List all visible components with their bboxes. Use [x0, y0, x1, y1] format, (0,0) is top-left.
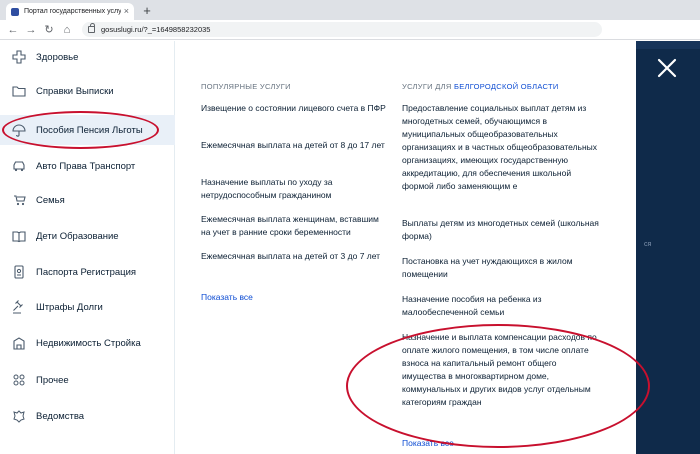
tab-close-icon[interactable]: × [124, 7, 129, 16]
lock-icon [88, 23, 95, 33]
regional-services-heading: УСЛУГИ ДЛЯ БЕЛГОРОДСКОЙ ОБЛАСТИ [402, 82, 559, 91]
new-tab-button[interactable]: + [140, 4, 154, 18]
reload-icon[interactable]: ↻ [40, 20, 58, 40]
popular-service-link[interactable]: Извещение о состоянии лицевого счета в П… [201, 102, 386, 115]
sidebar-item-label: Здоровье [36, 51, 79, 63]
browser-tab-bar: Портал государственных услуг × + [0, 0, 700, 20]
stroller-icon [12, 193, 26, 207]
popular-show-all-link[interactable]: Показать все [201, 292, 253, 302]
sidebar-item-label: Дети Образование [36, 230, 119, 242]
book-icon [12, 229, 26, 243]
regional-service-link[interactable]: Назначение пособия на ребенка из малообе… [402, 293, 602, 319]
sidebar-item-health[interactable]: Здоровье [0, 42, 175, 72]
sidebar-item-label: Семья [36, 194, 65, 206]
regional-heading-region[interactable]: БЕЛГОРОДСКОЙ ОБЛАСТИ [454, 82, 559, 91]
services-menu-panel: ПОПУЛЯРНЫЕ УСЛУГИ Извещение о состоянии … [176, 41, 636, 454]
browser-tab[interactable]: Портал государственных услуг × [6, 3, 134, 20]
popular-service-link[interactable]: Назначение выплаты по уходу за нетрудосп… [201, 176, 386, 202]
page-content: Здоровье Справки Выписки Пособия Пенсия … [0, 41, 700, 454]
car-icon [12, 159, 26, 173]
sidebar-item-certificates[interactable]: Справки Выписки [0, 76, 175, 106]
home-icon[interactable]: ⌂ [58, 20, 76, 40]
category-sidebar: Здоровье Справки Выписки Пособия Пенсия … [0, 41, 175, 454]
address-url: gosuslugi.ru/?_=1649858232035 [101, 25, 211, 34]
regional-show-all-link[interactable]: Показать все [402, 438, 454, 448]
sidebar-item-label: Пособия Пенсия Льготы [36, 124, 143, 136]
umbrella-icon [12, 123, 26, 137]
regional-service-link[interactable]: Выплаты детям из многодетных семей (школ… [402, 217, 602, 243]
coat-of-arms-icon [12, 409, 26, 423]
health-cross-icon [12, 50, 26, 64]
popular-service-link[interactable]: Ежемесячная выплата женщинам, вставшим н… [201, 213, 386, 239]
building-icon [12, 336, 26, 350]
popular-service-link[interactable]: Ежемесячная выплата на детей от 8 до 17 … [201, 139, 385, 152]
folder-icon [12, 84, 26, 98]
back-arrow-icon[interactable]: ← [4, 20, 22, 40]
sidebar-item-label: Ведомства [36, 410, 85, 422]
regional-heading-prefix: УСЛУГИ ДЛЯ [402, 82, 454, 91]
regional-service-link[interactable]: Постановка на учет нуждающихся в жилом п… [402, 255, 602, 281]
sidebar-item-label: Недвижимость Стройка [36, 337, 141, 349]
passport-icon [12, 265, 26, 279]
sidebar-item-agencies[interactable]: Ведомства [0, 401, 175, 431]
gavel-icon [12, 300, 26, 314]
sidebar-item-transport[interactable]: Авто Права Транспорт [0, 151, 175, 181]
tab-title: Портал государственных услуг [24, 8, 121, 15]
popular-service-link[interactable]: Ежемесячная выплата на детей от 3 до 7 л… [201, 250, 380, 263]
sidebar-item-education[interactable]: Дети Образование [0, 221, 175, 251]
close-menu-icon[interactable] [656, 57, 678, 79]
gosuslugi-favicon-icon [11, 7, 19, 16]
sidebar-item-real-estate[interactable]: Недвижимость Стройка [0, 328, 175, 358]
sidebar-item-family[interactable]: Семья [0, 185, 175, 215]
sidebar-item-benefits[interactable]: Пособия Пенсия Льготы [0, 115, 175, 145]
browser-toolbar: ← → ↻ ⌂ gosuslugi.ru/?_=1649858232035 [0, 20, 700, 40]
sidebar-item-label: Авто Права Транспорт [36, 160, 136, 172]
background-text-fragment: ся [644, 241, 652, 248]
sidebar-item-label: Прочее [36, 374, 69, 386]
popular-services-heading: ПОПУЛЯРНЫЕ УСЛУГИ [201, 82, 291, 91]
sidebar-item-label: Справки Выписки [36, 85, 114, 97]
regional-service-link[interactable]: Предоставление социальных выплат детям и… [402, 102, 602, 193]
overlay-strip [636, 41, 700, 49]
forward-arrow-icon[interactable]: → [22, 20, 40, 40]
sidebar-item-label: Паспорта Регистрация [36, 266, 137, 278]
sidebar-item-label: Штрафы Долги [36, 301, 103, 313]
sidebar-item-other[interactable]: Прочее [0, 365, 175, 395]
sidebar-item-passports[interactable]: Паспорта Регистрация [0, 257, 175, 287]
address-bar[interactable]: gosuslugi.ru/?_=1649858232035 [82, 22, 602, 37]
page-overlay: × ся [636, 41, 700, 454]
sidebar-item-fines[interactable]: Штрафы Долги [0, 292, 175, 322]
grid-dots-icon [12, 373, 26, 387]
regional-service-link[interactable]: Назначение и выплата компенсации расходо… [402, 331, 602, 409]
